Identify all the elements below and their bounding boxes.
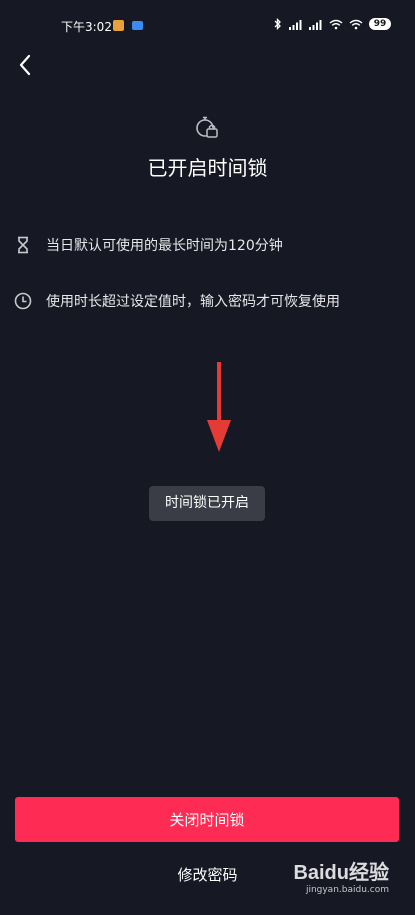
page-title: 已开启时间锁: [147, 156, 268, 180]
watermark-logo: Baidu经验: [293, 862, 389, 884]
baidu-watermark: Baidu经验 jingyan.baidu.com: [293, 862, 389, 896]
hourglass-icon: [14, 236, 32, 254]
status-indicators: 99: [273, 16, 391, 32]
wifi-icon: [329, 19, 343, 29]
battery-indicator: 99: [369, 18, 391, 30]
back-button[interactable]: [10, 50, 40, 80]
timer-lock-icon: [196, 116, 218, 138]
screen: 下午3:02 99 已开启时间锁 当日默认可使用的最长时间为120分钟 使用时长…: [0, 0, 415, 915]
chevron-left-icon: [19, 54, 31, 76]
red-arrow-annotation: [207, 362, 231, 452]
signal-icon: [309, 19, 322, 30]
info-row-password-unlock: 使用时长超过设定值时，输入密码才可恢复使用: [14, 291, 340, 311]
bluetooth-icon: [274, 18, 281, 30]
notification-message-icon: [132, 21, 143, 30]
close-time-lock-button[interactable]: 关闭时间锁: [15, 797, 399, 842]
info-text-password-unlock: 使用时长超过设定值时，输入密码才可恢复使用: [46, 294, 340, 310]
info-text-daily-limit: 当日默认可使用的最长时间为120分钟: [46, 238, 283, 254]
status-time: 下午3:02: [61, 20, 112, 34]
watermark-url: jingyan.baidu.com: [305, 885, 389, 895]
wifi-icon: [349, 19, 363, 29]
status-bar: 下午3:02 99: [0, 0, 415, 44]
info-row-daily-limit: 当日默认可使用的最长时间为120分钟: [14, 235, 283, 255]
notification-app-icon: [113, 20, 124, 31]
clock-icon: [14, 292, 32, 310]
toast-message: 时间锁已开启: [149, 486, 265, 521]
signal-icon: [289, 19, 302, 30]
